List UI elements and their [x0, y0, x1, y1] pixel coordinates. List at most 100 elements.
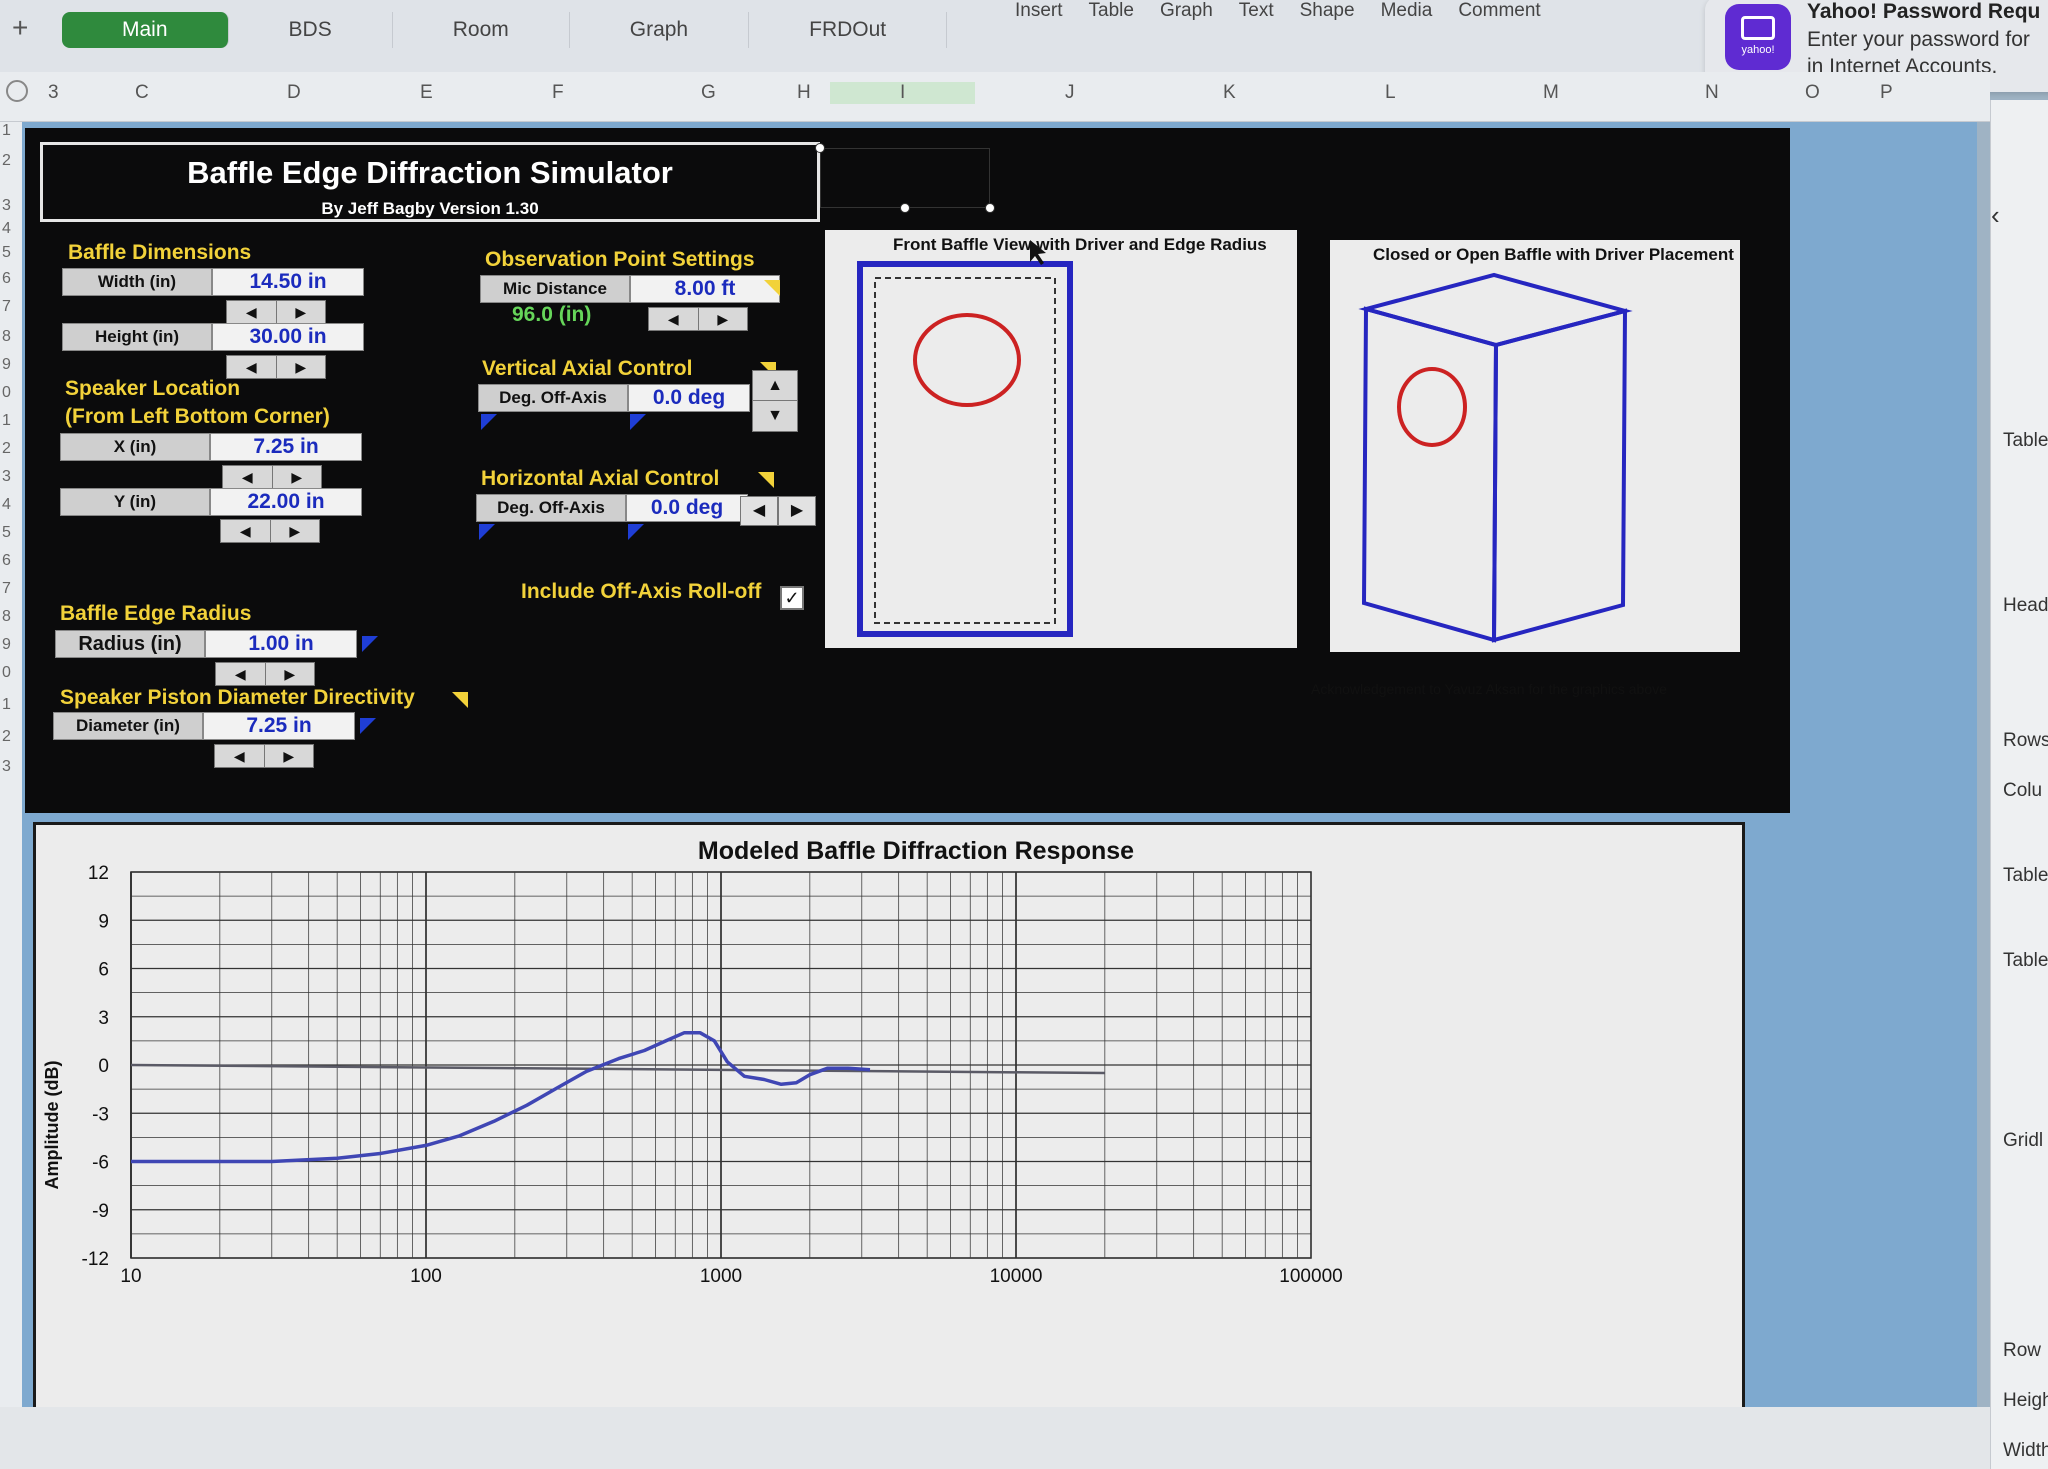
diameter-field[interactable]: 7.25 in	[203, 712, 355, 740]
sidebar-item[interactable]: Colu	[2003, 780, 2042, 802]
menu-comment[interactable]: Comment	[1458, 0, 1540, 22]
column-header[interactable]: D	[287, 82, 301, 104]
row-number[interactable]: 4	[2, 496, 11, 514]
rolloff-checkbox[interactable]: ✓	[780, 586, 804, 610]
row-number[interactable]: 1	[2, 122, 11, 140]
tab-graph[interactable]: Graph	[570, 12, 750, 48]
column-header[interactable]: G	[701, 82, 716, 104]
row-number[interactable]: 7	[2, 580, 11, 598]
increment-icon[interactable]: ▶	[265, 745, 314, 767]
x-field[interactable]: 7.25 in	[210, 433, 362, 461]
vertical-off-axis-field[interactable]: 0.0 deg	[628, 384, 750, 412]
tab-bds[interactable]: BDS	[229, 12, 393, 48]
menu-text[interactable]: Text	[1239, 0, 1274, 22]
column-header[interactable]: F	[552, 82, 564, 104]
tab-room[interactable]: Room	[393, 12, 570, 48]
y-field[interactable]: 22.00 in	[210, 488, 362, 516]
resize-handle[interactable]	[815, 143, 825, 153]
row-number[interactable]: 8	[2, 608, 11, 626]
radius-field[interactable]: 1.00 in	[205, 630, 357, 658]
sidebar-item[interactable]: Table	[2003, 950, 2048, 972]
collapse-icon[interactable]: ‹	[1991, 200, 2000, 231]
decrement-icon[interactable]: ◀	[227, 356, 277, 378]
column-header-selected[interactable]: I	[830, 82, 976, 104]
resize-handle[interactable]	[985, 203, 995, 213]
column-header[interactable]: L	[1385, 82, 1396, 104]
row-number[interactable]: 2	[2, 152, 11, 170]
column-header[interactable]: M	[1543, 82, 1559, 104]
increment-icon[interactable]: ▶	[699, 308, 748, 330]
vertical-spinner[interactable]: ▲ ▼	[752, 370, 798, 432]
menu-graph[interactable]: Graph	[1160, 0, 1213, 22]
decrement-icon[interactable]: ◀	[216, 663, 266, 685]
row-number[interactable]: 4	[2, 220, 11, 238]
decrement-icon[interactable]: ◀	[221, 520, 271, 542]
row-number[interactable]: 2	[2, 440, 11, 458]
row-number[interactable]: 6	[2, 270, 11, 288]
increment-icon[interactable]: ▶	[273, 466, 322, 488]
decrement-icon[interactable]: ◀	[223, 466, 273, 488]
sidebar-item[interactable]: Width	[2003, 1440, 2048, 1462]
select-all-icon[interactable]	[6, 80, 28, 102]
menu-shape[interactable]: Shape	[1300, 0, 1355, 22]
sidebar-item[interactable]: Gridl	[2003, 1130, 2043, 1152]
column-header[interactable]: N	[1705, 82, 1719, 104]
x-stepper[interactable]: ◀ ▶	[222, 465, 322, 489]
response-chart[interactable]: Modeled Baffle Diffraction Response Ampl…	[33, 822, 1745, 1412]
row-number[interactable]: 1	[2, 696, 11, 714]
height-stepper[interactable]: ◀ ▶	[226, 355, 326, 379]
column-header[interactable]: O	[1805, 82, 1820, 104]
right-arrow-icon[interactable]: ▶	[778, 496, 816, 526]
tab-frdout[interactable]: FRDOut	[749, 12, 948, 48]
row-number[interactable]: 5	[2, 524, 11, 542]
mic-distance-field[interactable]: 8.00 ft	[630, 275, 780, 303]
increment-icon[interactable]: ▶	[271, 520, 320, 542]
column-header[interactable]: 3	[48, 82, 59, 104]
increment-icon[interactable]: ▶	[277, 301, 326, 323]
increment-icon[interactable]: ▶	[277, 356, 326, 378]
y-stepper[interactable]: ◀ ▶	[220, 519, 320, 543]
menu-table[interactable]: Table	[1089, 0, 1134, 22]
column-header[interactable]: P	[1880, 82, 1893, 104]
row-number[interactable]: 8	[2, 328, 11, 346]
column-header[interactable]: J	[1065, 82, 1075, 104]
row-number[interactable]: 5	[2, 244, 11, 262]
down-arrow-icon[interactable]: ▼	[753, 401, 797, 431]
row-number[interactable]: 2	[2, 728, 11, 746]
diameter-stepper[interactable]: ◀ ▶	[214, 744, 314, 768]
row-number[interactable]: 9	[2, 356, 11, 374]
row-number[interactable]: 3	[2, 468, 11, 486]
add-sheet-button[interactable]: +	[12, 12, 28, 44]
radius-stepper[interactable]: ◀ ▶	[215, 662, 315, 686]
column-header[interactable]: C	[135, 82, 149, 104]
width-stepper[interactable]: ◀ ▶	[226, 300, 326, 324]
row-number[interactable]: 7	[2, 298, 11, 316]
mic-distance-stepper[interactable]: ◀ ▶	[648, 307, 748, 331]
row-number[interactable]: 3	[2, 758, 11, 776]
row-number[interactable]: 1	[2, 412, 11, 430]
decrement-icon[interactable]: ◀	[215, 745, 265, 767]
sidebar-item[interactable]: Head	[2003, 595, 2048, 617]
column-header[interactable]: H	[797, 82, 811, 104]
width-field[interactable]: 14.50 in	[212, 268, 364, 296]
increment-icon[interactable]: ▶	[266, 663, 315, 685]
selection-frame[interactable]	[820, 148, 990, 208]
left-arrow-icon[interactable]: ◀	[740, 496, 778, 526]
menu-media[interactable]: Media	[1381, 0, 1433, 22]
decrement-icon[interactable]: ◀	[227, 301, 277, 323]
sidebar-item[interactable]: Table	[2003, 430, 2048, 452]
sidebar-item[interactable]: Heigh	[2003, 1390, 2048, 1412]
resize-handle[interactable]	[900, 203, 910, 213]
column-header[interactable]: E	[420, 82, 433, 104]
horizontal-off-axis-field[interactable]: 0.0 deg	[626, 494, 748, 522]
height-field[interactable]: 30.00 in	[212, 323, 364, 351]
decrement-icon[interactable]: ◀	[649, 308, 699, 330]
row-number[interactable]: 3	[2, 197, 11, 215]
column-header[interactable]: K	[1223, 82, 1236, 104]
tab-main[interactable]: Main	[62, 12, 229, 48]
sidebar-item[interactable]: Table	[2003, 865, 2048, 887]
menu-insert[interactable]: Insert	[1015, 0, 1063, 22]
row-number[interactable]: 6	[2, 552, 11, 570]
row-number[interactable]: 9	[2, 636, 11, 654]
row-number[interactable]: 0	[2, 384, 11, 402]
